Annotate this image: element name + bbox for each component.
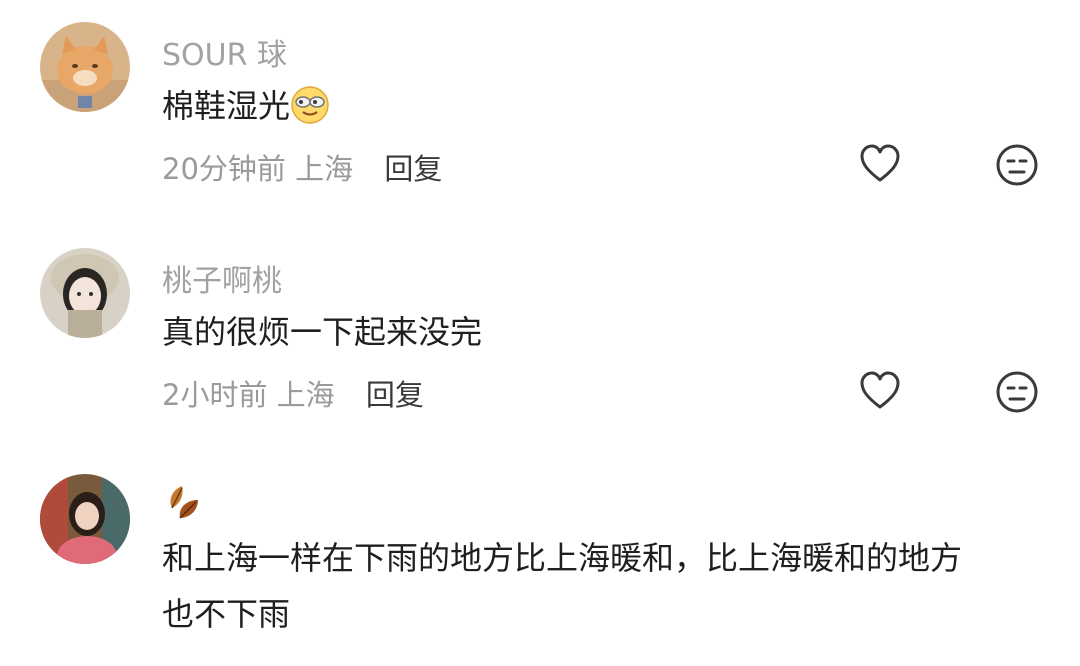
comment-time: 20分钟前 (162, 152, 286, 186)
avatar[interactable] (40, 248, 130, 338)
comment-location: 上海 (295, 152, 354, 186)
heart-outline-icon[interactable] (858, 142, 902, 186)
comment-text: 真的很烦一下起来没完 (162, 313, 483, 351)
sunglasses-smile-emoji (290, 85, 330, 125)
comment-text: 棉鞋湿光 (162, 78, 1042, 134)
meh-face-icon[interactable] (995, 370, 1039, 414)
comment-location: 上海 (276, 378, 335, 412)
username[interactable]: 桃子啊桃 (162, 256, 282, 300)
reply-button[interactable]: 回复 (366, 378, 424, 412)
comment-list: SOUR 球 棉鞋湿光 20分钟前 上海 回复 桃子啊桃 真的很烦一下起来没完 … (0, 0, 1080, 666)
avatar[interactable] (40, 474, 130, 564)
username[interactable] (162, 478, 212, 522)
meh-face-icon[interactable] (995, 143, 1039, 187)
heart-outline-icon[interactable] (858, 369, 902, 413)
avatar[interactable] (40, 22, 130, 112)
comment-text-line: 和上海一样在下雨的地方比上海暖和，比上海暖和的地方 (162, 539, 963, 577)
comment-meta: 20分钟前 上海 回复 (162, 146, 442, 188)
comment-text: 和上海一样在下雨的地方比上海暖和，比上海暖和的地方 也不下雨 (162, 530, 1042, 642)
comment-meta: 2小时前 上海 回复 (162, 372, 424, 414)
comment-time: 2小时前 (162, 378, 268, 412)
comment-text-body: 棉鞋湿光 (162, 87, 291, 125)
comment-text-line: 也不下雨 (162, 595, 291, 633)
reply-button[interactable]: 回复 (384, 152, 442, 186)
autumn-leaves-emoji (162, 478, 208, 522)
username[interactable]: SOUR 球 (162, 30, 287, 74)
